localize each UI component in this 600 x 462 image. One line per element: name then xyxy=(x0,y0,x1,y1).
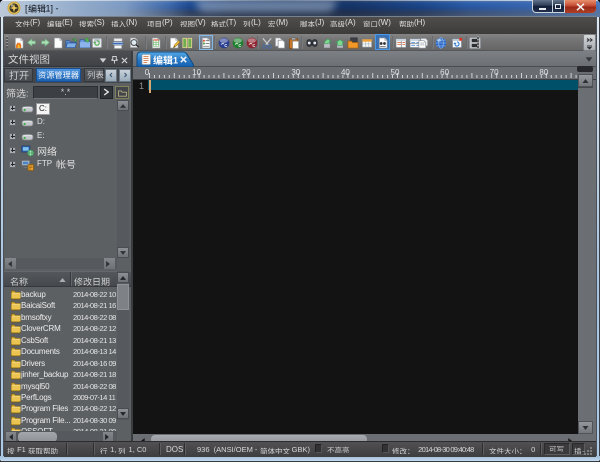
svg-text:0: 0 xyxy=(145,68,150,77)
svg-text:70: 70 xyxy=(490,68,499,77)
svg-text:60: 60 xyxy=(440,68,449,77)
svg-text:c: c xyxy=(238,43,241,49)
svg-text:20: 20 xyxy=(242,68,251,77)
svg-text:80: 80 xyxy=(539,68,548,77)
svg-text:40: 40 xyxy=(341,68,350,77)
svg-text:30: 30 xyxy=(291,68,300,77)
svg-text:50: 50 xyxy=(391,68,400,77)
svg-text:c: c xyxy=(252,43,255,49)
svg-text:c: c xyxy=(224,43,227,49)
svg-text:10: 10 xyxy=(192,68,201,77)
